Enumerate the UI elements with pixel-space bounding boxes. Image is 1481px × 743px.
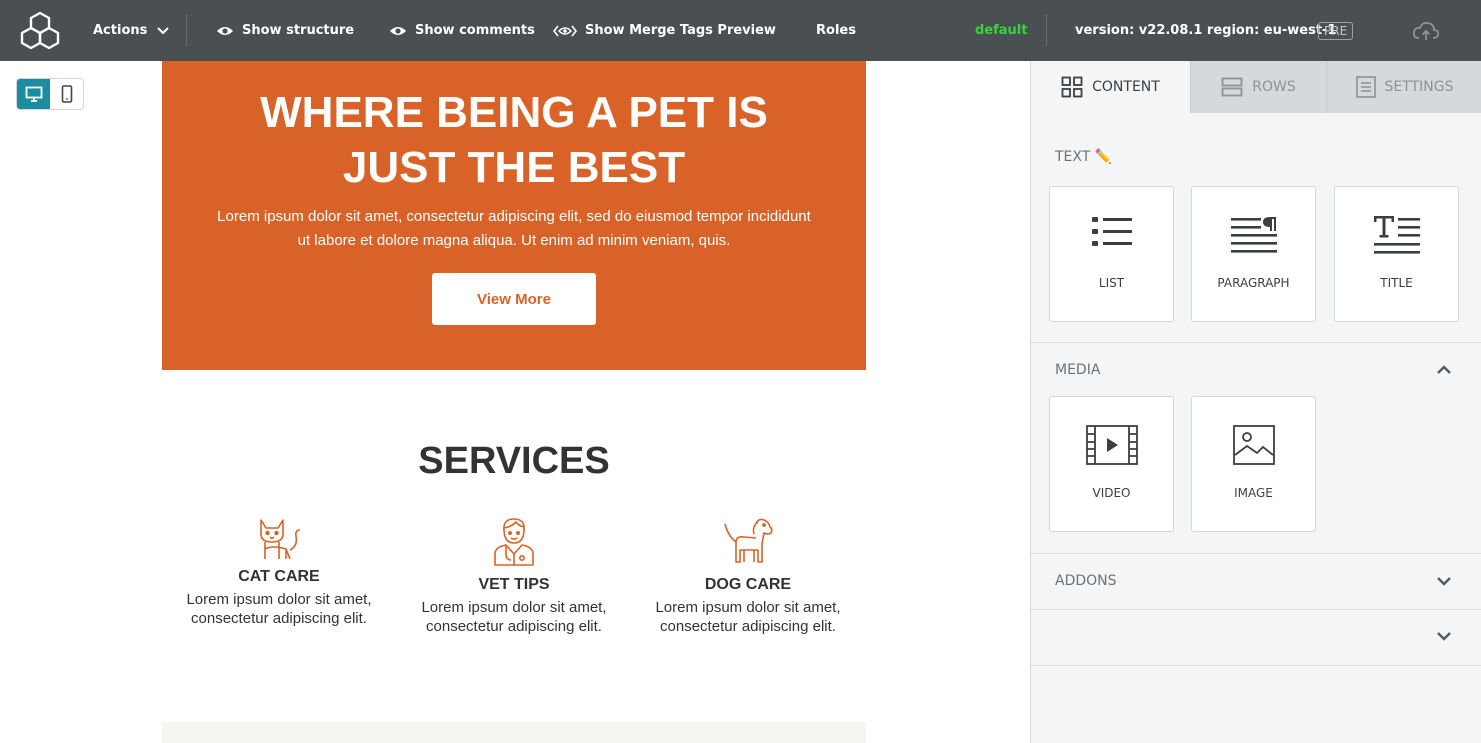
tab-label: CONTENT — [1092, 79, 1160, 95]
tab-rows[interactable]: ROWS — [1190, 61, 1326, 113]
pre-badge: PRE — [1318, 0, 1354, 61]
chevron-down-icon[interactable] — [1435, 629, 1453, 643]
tab-content[interactable]: CONTENT — [1031, 61, 1190, 113]
service-description-line: Lorem ipsum dolor sit amet, — [186, 591, 372, 608]
version-label: version: v22.08.1 region: eu-west-1 — [1075, 23, 1337, 38]
tab-label: SETTINGS — [1384, 79, 1454, 95]
section-divider — [1031, 342, 1481, 343]
version-info: version: v22.08.1 region: eu-west-1 — [1075, 0, 1337, 61]
pre-badge-label: PRE — [1318, 21, 1354, 40]
hero-subtitle-line: ut labore et dolore magna aliqua. Ut eni… — [297, 232, 731, 249]
toolbar-divider — [186, 14, 187, 46]
merge-tags-eye-icon — [553, 25, 577, 36]
service-description-line: Lorem ipsum dolor sit amet, — [655, 599, 841, 616]
cat-icon — [260, 519, 301, 560]
mobile-icon — [61, 85, 72, 103]
service-description-line: consectetur adipiscing elit. — [191, 610, 367, 627]
hero-subtitle: Lorem ipsum dolor sit amet, consectetur … — [202, 205, 826, 253]
grid-icon — [1061, 76, 1083, 98]
eye-icon — [217, 26, 233, 35]
top-toolbar: Actions Show structure Show comments Sho… — [0, 0, 1481, 61]
chevron-up-icon[interactable] — [1435, 363, 1453, 377]
content-block-title[interactable]: TITLE — [1334, 186, 1459, 322]
panel-tabs: CONTENT ROWS SETTINGS — [1031, 61, 1481, 113]
section-text-label: TEXT ✏️ — [1055, 149, 1113, 165]
block-label: VIDEO — [1092, 486, 1131, 500]
environment-label: default — [975, 23, 1028, 38]
roles-label: Roles — [816, 23, 856, 38]
mobile-view-button[interactable] — [50, 79, 83, 109]
paragraph-icon — [1230, 217, 1277, 253]
content-block-video[interactable]: VIDEO — [1049, 396, 1174, 532]
tab-settings[interactable]: SETTINGS — [1326, 61, 1481, 113]
content-block-paragraph[interactable]: PARAGRAPH — [1191, 186, 1316, 322]
device-preview-toggle — [16, 78, 84, 110]
video-icon — [1085, 425, 1138, 465]
content-block-list[interactable]: LIST — [1049, 186, 1174, 322]
block-label: LIST — [1098, 276, 1125, 290]
chevron-down-icon — [157, 26, 170, 34]
cloud-upload-icon — [1412, 21, 1440, 40]
show-structure-label: Show structure — [242, 23, 355, 38]
block-label: IMAGE — [1234, 486, 1273, 500]
show-structure-button[interactable]: Show structure — [216, 0, 354, 61]
chevron-down-icon[interactable] — [1435, 574, 1453, 588]
cloud-upload-button[interactable] — [1412, 0, 1440, 61]
service-item-dog-care[interactable]: DOG CARE Lorem ipsum dolor sit amet, con… — [631, 516, 865, 636]
list-icon — [1091, 217, 1132, 246]
service-name: DOG CARE — [704, 576, 792, 593]
hero-section[interactable]: WHERE BEING A PET IS JUST THE BEST Lorem… — [162, 61, 866, 370]
hero-title-line: WHERE BEING A PET IS — [260, 88, 768, 137]
service-item-vet-tips[interactable]: VET TIPS Lorem ipsum dolor sit amet, con… — [397, 516, 631, 636]
service-name: CAT CARE — [238, 568, 320, 585]
desktop-view-button[interactable] — [17, 79, 50, 109]
hero-subtitle-line: Lorem ipsum dolor sit amet, consectetur … — [217, 208, 811, 225]
service-item-cat-care[interactable]: CAT CARE Lorem ipsum dolor sit amet, con… — [162, 516, 396, 628]
vet-icon — [494, 518, 534, 566]
services-title: SERVICES — [418, 440, 610, 482]
settings-list-icon — [1355, 76, 1376, 98]
eye-icon — [390, 26, 406, 35]
hero-title: WHERE BEING A PET IS JUST THE BEST — [162, 85, 866, 195]
sidebar-panel: CONTENT ROWS SETTINGS TEXT ✏️ LIST PARAG… — [1030, 61, 1481, 743]
rows-icon — [1221, 77, 1243, 97]
service-description: Lorem ipsum dolor sit amet, consectetur … — [162, 590, 396, 628]
title-icon — [1373, 216, 1420, 254]
environment-indicator: default — [975, 0, 1027, 61]
section-divider — [1031, 665, 1481, 666]
hero-title-line: JUST THE BEST — [342, 143, 686, 192]
view-more-button[interactable]: View More — [432, 273, 596, 325]
service-name: VET TIPS — [478, 576, 550, 593]
actions-label: Actions — [93, 23, 148, 38]
image-icon — [1232, 425, 1275, 465]
app-logo[interactable] — [18, 0, 62, 61]
content-block-image[interactable]: IMAGE — [1191, 396, 1316, 532]
service-description-line: consectetur adipiscing elit. — [660, 618, 836, 635]
service-description: Lorem ipsum dolor sit amet, consectetur … — [397, 598, 631, 636]
cubes-logo-icon — [20, 11, 60, 49]
service-description: Lorem ipsum dolor sit amet, consectetur … — [631, 598, 865, 636]
show-comments-button[interactable]: Show comments — [389, 0, 535, 61]
service-description-line: consectetur adipiscing elit. — [426, 618, 602, 635]
section-media-label[interactable]: MEDIA — [1055, 362, 1100, 378]
show-merge-tags-button[interactable]: Show Merge Tags Preview — [553, 0, 776, 61]
roles-button[interactable]: Roles — [816, 0, 856, 61]
service-description-line: Lorem ipsum dolor sit amet, — [421, 599, 607, 616]
toolbar-divider — [1046, 14, 1047, 46]
actions-menu[interactable]: Actions — [93, 0, 173, 61]
show-merge-tags-label: Show Merge Tags Preview — [585, 23, 776, 38]
tab-label: ROWS — [1252, 79, 1296, 95]
desktop-icon — [25, 86, 42, 102]
next-row-band[interactable] — [162, 722, 866, 743]
section-addons-label[interactable]: ADDONS — [1055, 573, 1117, 589]
show-comments-label: Show comments — [415, 23, 535, 38]
section-divider — [1031, 609, 1481, 610]
block-label: PARAGRAPH — [1217, 276, 1290, 290]
dog-icon — [724, 518, 773, 563]
section-divider — [1031, 553, 1481, 554]
block-label: TITLE — [1380, 276, 1413, 290]
